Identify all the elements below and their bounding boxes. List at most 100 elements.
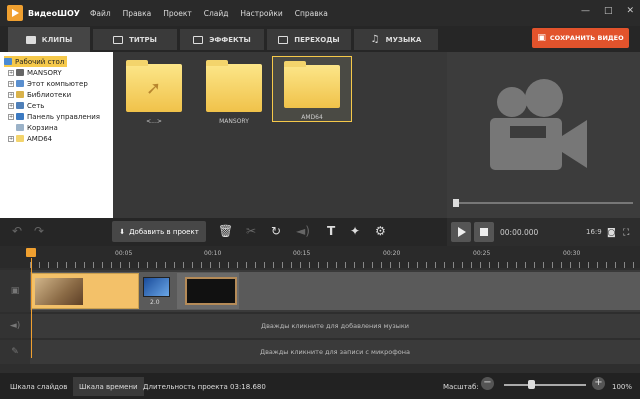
rotate-icon[interactable]: ↻ — [271, 224, 281, 238]
folder-label: MANSORY — [219, 118, 249, 125]
project-duration: Длительность проекта 03:18.680 — [143, 382, 266, 391]
play-button[interactable] — [451, 222, 471, 242]
microphone-icon: ✎ — [0, 340, 30, 364]
close-icon[interactable]: ✕ — [626, 6, 634, 16]
effects-icon — [193, 35, 204, 44]
tree-item-label: Этот компьютер — [27, 79, 88, 88]
folder-label: AMD64 — [301, 114, 323, 121]
play-icon — [458, 227, 466, 237]
stop-icon — [480, 228, 488, 236]
cut-icon[interactable]: ✂ — [246, 224, 256, 238]
app-window: ВидеоШОУ Файл Правка Проект Слайд Настро… — [0, 0, 640, 399]
menu-edit[interactable]: Правка — [123, 9, 152, 18]
maximize-icon[interactable]: □ — [604, 6, 613, 16]
camera-placeholder-icon — [490, 79, 587, 170]
mic-track[interactable]: ✎ Дважды кликните для записи с микрофона — [0, 340, 640, 364]
download-icon: ⬇ — [119, 227, 126, 236]
menu-settings[interactable]: Настройки — [240, 9, 282, 18]
transitions-icon — [278, 35, 289, 44]
menu-slide[interactable]: Слайд — [204, 9, 229, 18]
status-bar: Шкала слайдов Шкала времени Длительность… — [0, 373, 640, 399]
tree-item-network[interactable]: + Сеть — [8, 100, 44, 111]
expand-icon[interactable]: + — [8, 135, 14, 142]
tree-item-amd64[interactable]: + AMD64 — [8, 133, 52, 144]
fullscreen-icon[interactable]: ⛶ — [623, 226, 629, 240]
save-video-button[interactable]: ▣ СОХРАНИТЬ ВИДЕО — [532, 28, 629, 48]
library-icon — [16, 91, 24, 98]
seek-knob[interactable] — [453, 199, 459, 207]
menu-help[interactable]: Справка — [295, 9, 328, 18]
zoom-knob[interactable] — [528, 380, 535, 389]
titles-icon — [113, 35, 124, 44]
tab-effects[interactable]: ЭФФЕКТЫ — [180, 29, 264, 50]
menu-bar: Файл Правка Проект Слайд Настройки Справ… — [90, 9, 340, 18]
folder-mansory[interactable]: MANSORY — [201, 60, 267, 126]
expand-icon[interactable]: + — [8, 113, 14, 120]
tab-music[interactable]: ♫ МУЗЫКА — [354, 29, 438, 50]
video-preview — [447, 52, 640, 218]
expand-icon[interactable]: + — [8, 102, 14, 109]
folder-icon: ➚ — [126, 60, 182, 112]
add-to-project-button[interactable]: ⬇ Добавить в проект — [112, 221, 206, 242]
tree-item-label: Библиотеки — [27, 90, 72, 99]
text-icon[interactable]: T — [327, 224, 335, 238]
transition-thumbnail[interactable] — [143, 277, 170, 297]
expand-icon[interactable]: + — [8, 69, 14, 76]
folder-amd64[interactable]: AMD64 — [272, 56, 352, 122]
scale-label: Масштаб: — [443, 382, 479, 391]
music-track[interactable]: ◄) Дважды кликните для добавления музыки — [0, 314, 640, 338]
film-save-icon: ▣ — [537, 33, 546, 43]
slide-clip[interactable] — [31, 273, 139, 309]
menu-project[interactable]: Проект — [163, 9, 192, 18]
tab-transitions[interactable]: ПЕРЕХОДЫ — [267, 29, 351, 50]
tree-item-desktop[interactable]: Рабочий стол — [4, 56, 68, 67]
tree-item-label: MANSORY — [27, 68, 62, 77]
slide-clip[interactable] — [177, 273, 239, 309]
preview-seek-slider[interactable] — [453, 199, 633, 207]
zoom-slider[interactable] — [504, 384, 586, 386]
ruler-label: 00:10 — [204, 250, 222, 257]
tab-time-scale[interactable]: Шкала времени — [73, 377, 144, 396]
delete-icon[interactable]: 🗑 — [218, 224, 233, 238]
mic-hint: Дважды кликните для записи с микрофона — [260, 348, 410, 356]
menu-file[interactable]: Файл — [90, 9, 111, 18]
settings-gear-icon[interactable]: ⚙ — [375, 224, 386, 238]
playhead-marker[interactable] — [26, 248, 36, 257]
tree-item-label: Корзина — [27, 123, 58, 132]
snapshot-icon[interactable]: ◙ — [607, 226, 616, 240]
ruler-label: 00:20 — [383, 250, 401, 257]
control-panel-icon — [16, 113, 24, 120]
app-logo-icon — [7, 5, 23, 21]
tree-item-label: AMD64 — [27, 134, 53, 143]
tree-item-trash[interactable]: Корзина — [16, 122, 58, 133]
zoom-in-button[interactable]: + — [592, 377, 605, 390]
trash-icon — [16, 124, 24, 131]
folder-up[interactable]: ➚ <...> — [121, 60, 187, 126]
playhead-line — [31, 258, 32, 358]
tab-slide-scale[interactable]: Шкала слайдов — [4, 377, 73, 396]
tab-time-scale-label: Шкала времени — [79, 382, 138, 391]
redo-icon[interactable]: ↷ — [34, 224, 44, 238]
title-bar: ВидеоШОУ Файл Правка Проект Слайд Настро… — [0, 0, 640, 26]
minimize-icon[interactable]: — — [581, 6, 590, 16]
tree-item-computer[interactable]: + Этот компьютер — [8, 78, 88, 89]
tree-item-mansory[interactable]: + MANSORY — [8, 67, 62, 78]
tree-item-control-panel[interactable]: + Панель управления — [8, 111, 100, 122]
zoom-out-button[interactable]: − — [481, 377, 494, 390]
stop-button[interactable] — [474, 222, 494, 242]
file-browser: ➚ <...> MANSORY AMD64 — [113, 52, 447, 218]
network-icon — [16, 102, 24, 109]
tree-item-libraries[interactable]: + Библиотеки — [8, 89, 71, 100]
expand-icon[interactable]: + — [8, 91, 14, 98]
tab-clips[interactable]: КЛИПЫ — [8, 27, 90, 52]
expand-icon[interactable]: + — [8, 80, 14, 87]
tab-titles[interactable]: ТИТРЫ — [93, 29, 177, 50]
undo-icon[interactable]: ↶ — [12, 224, 22, 238]
speaker-icon: ◄) — [0, 314, 30, 338]
magic-wand-icon[interactable]: ✦ — [350, 224, 360, 238]
tree-item-label: Панель управления — [27, 112, 100, 121]
folder-tree: Рабочий стол + MANSORY + Этот компьютер … — [0, 52, 113, 218]
aspect-ratio[interactable]: 16:9 — [586, 228, 602, 236]
volume-icon[interactable]: ◄) — [296, 224, 310, 238]
folder-icon — [284, 61, 340, 108]
